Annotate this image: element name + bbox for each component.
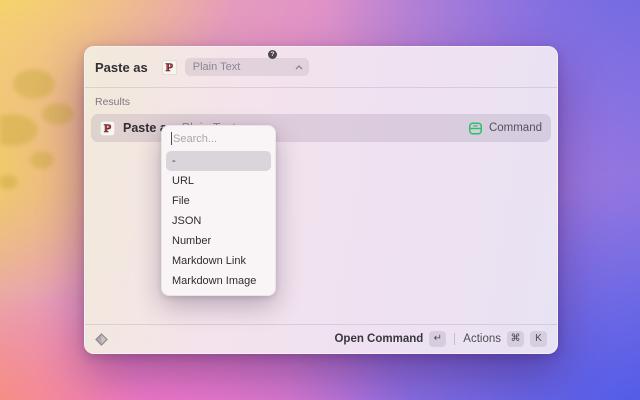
return-key-badge: ↵ bbox=[429, 331, 446, 347]
dropdown-item-url[interactable]: URL bbox=[162, 171, 275, 191]
dropdown-item-markdown-image[interactable]: Markdown Image bbox=[162, 271, 275, 291]
format-dropdown-panel: - URL File JSON Number Markdown Link Mar… bbox=[161, 125, 276, 296]
help-info-badge[interactable]: ? bbox=[268, 50, 277, 59]
result-accessory-label: Command bbox=[489, 122, 542, 134]
paste-as-app-icon: P bbox=[162, 60, 177, 75]
window-footer: Open Command ↵ Actions ⌘ K bbox=[85, 324, 557, 353]
dropdown-item-dash[interactable]: - bbox=[166, 151, 271, 171]
window-header: Paste as P Plain Text ? bbox=[85, 47, 557, 88]
raycast-command-window: Paste as P Plain Text ? Results P Paste … bbox=[84, 46, 558, 354]
format-dropdown-value: Plain Text bbox=[193, 61, 295, 73]
results-panel: Results P Paste as Plain Text Command bbox=[85, 88, 557, 324]
dropdown-item-json[interactable]: JSON bbox=[162, 211, 275, 231]
result-row-paste-as[interactable]: P Paste as Plain Text Command bbox=[91, 114, 551, 142]
footer-divider bbox=[454, 333, 455, 345]
results-section-label: Results bbox=[95, 96, 551, 108]
dropdown-search-input[interactable] bbox=[162, 126, 275, 151]
k-key-badge: K bbox=[530, 331, 547, 347]
command-terminal-icon bbox=[468, 121, 483, 136]
paste-as-row-icon: P bbox=[100, 121, 115, 136]
raycast-diamond-icon bbox=[95, 333, 108, 346]
p-logo-glyph: P bbox=[166, 61, 173, 73]
actions-label: Actions bbox=[463, 333, 501, 345]
text-caret bbox=[171, 132, 172, 145]
result-accessory: Command bbox=[468, 121, 542, 136]
cmd-key-badge: ⌘ bbox=[507, 331, 524, 347]
dropdown-item-markdown-link[interactable]: Markdown Link bbox=[162, 251, 275, 271]
open-command-button[interactable]: Open Command ↵ bbox=[334, 331, 446, 347]
open-command-label: Open Command bbox=[334, 333, 423, 345]
dropdown-search[interactable] bbox=[162, 126, 275, 151]
dropdown-item-number[interactable]: Number bbox=[162, 231, 275, 251]
chevron-up-icon bbox=[295, 65, 303, 70]
format-dropdown[interactable]: Plain Text bbox=[185, 58, 309, 76]
command-title: Paste as bbox=[95, 60, 148, 75]
dropdown-item-file[interactable]: File bbox=[162, 191, 275, 211]
actions-button[interactable]: Actions ⌘ K bbox=[463, 331, 547, 347]
